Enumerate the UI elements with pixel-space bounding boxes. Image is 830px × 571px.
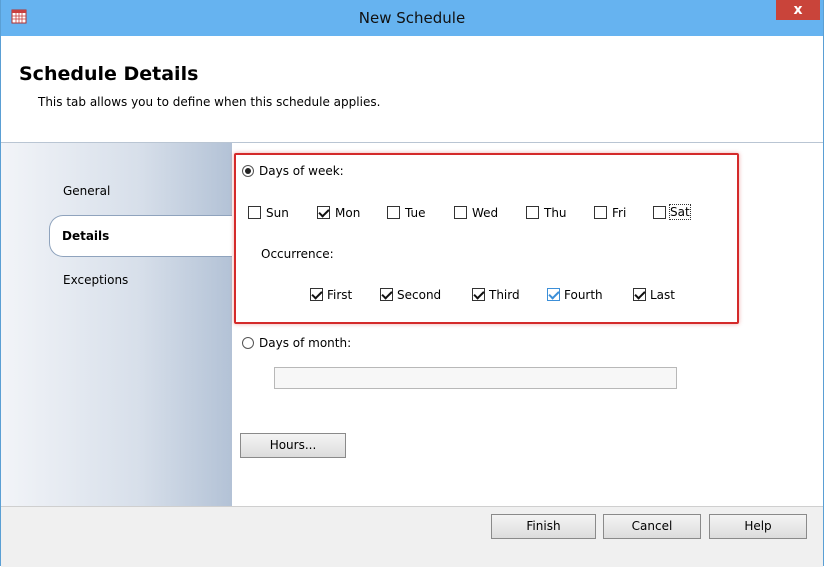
third-checkbox[interactable] [472, 288, 485, 301]
sat-label: Sat [669, 204, 691, 220]
page-header: Schedule Details This tab allows you to … [1, 36, 823, 143]
wed-label: Wed [472, 206, 499, 220]
window-title: New Schedule [358, 9, 466, 27]
thu-label: Thu [544, 206, 567, 220]
mon-checkbox[interactable] [317, 206, 330, 219]
new-schedule-window: New Schedule x Schedule Details This tab… [0, 0, 824, 567]
days-of-month-label: Days of month: [259, 336, 352, 350]
nav-item-exceptions[interactable]: Exceptions [63, 273, 128, 287]
cancel-button[interactable]: Cancel [603, 514, 701, 539]
help-button[interactable]: Help [709, 514, 807, 539]
hours-button[interactable]: Hours... [240, 433, 346, 458]
page-description: This tab allows you to define when this … [38, 95, 381, 109]
second-checkbox[interactable] [380, 288, 393, 301]
days-of-week-label: Days of week: [259, 164, 344, 178]
days-of-week-radio[interactable] [242, 165, 254, 177]
first-checkbox[interactable] [310, 288, 323, 301]
finish-button[interactable]: Finish [491, 514, 596, 539]
last-checkbox[interactable] [633, 288, 646, 301]
title-bar[interactable]: New Schedule x [1, 0, 823, 36]
nav-item-general[interactable]: General [63, 184, 110, 198]
nav-item-details-label: Details [62, 229, 110, 243]
first-label: First [327, 288, 353, 302]
nav-item-details[interactable]: Details [49, 215, 235, 257]
days-of-month-radio[interactable] [242, 337, 254, 349]
sat-checkbox[interactable] [653, 206, 666, 219]
fri-label: Fri [612, 206, 627, 220]
close-button[interactable]: x [776, 0, 820, 20]
fourth-checkbox[interactable] [547, 288, 560, 301]
tue-label: Tue [405, 206, 426, 220]
fri-checkbox[interactable] [594, 206, 607, 219]
occurrence-label: Occurrence: [261, 247, 334, 261]
last-label: Last [650, 288, 675, 302]
thu-checkbox[interactable] [526, 206, 539, 219]
sun-checkbox[interactable] [248, 206, 261, 219]
tue-checkbox[interactable] [387, 206, 400, 219]
page-title: Schedule Details [19, 63, 199, 85]
mon-label: Mon [335, 206, 361, 220]
sun-label: Sun [266, 206, 289, 220]
wed-checkbox[interactable] [454, 206, 467, 219]
second-label: Second [397, 288, 442, 302]
sidebar-nav: General Details Exceptions [1, 143, 235, 506]
days-of-month-input[interactable] [274, 367, 677, 389]
fourth-label: Fourth [564, 288, 603, 302]
third-label: Third [489, 288, 520, 302]
